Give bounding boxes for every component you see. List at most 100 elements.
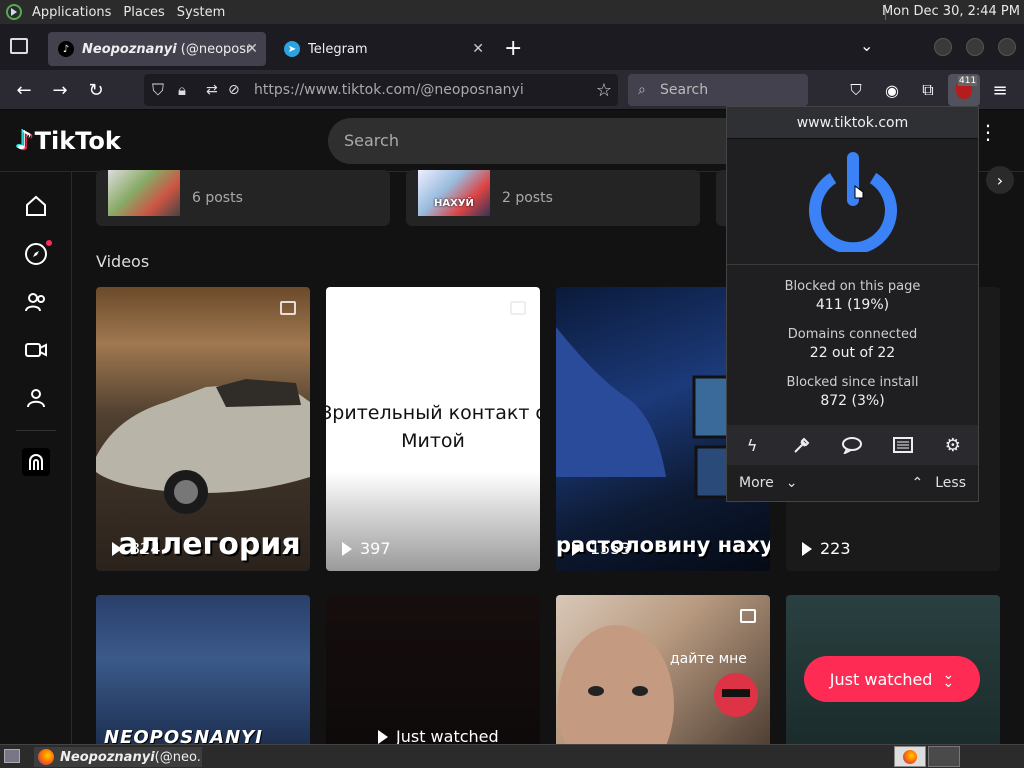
just-watched-button[interactable]: Just watched ⌄ ⌄: [804, 656, 980, 702]
places-menu[interactable]: Places: [117, 5, 170, 20]
tiktok-search-input[interactable]: Search: [328, 118, 748, 164]
show-desktop-icon[interactable]: [4, 749, 20, 763]
telegram-favicon-icon: ➤: [284, 41, 300, 57]
tiktok-sidebar: [0, 172, 72, 744]
lightning-zapper-icon[interactable]: ϟ: [740, 433, 764, 457]
distro-logo-icon[interactable]: [6, 4, 22, 20]
bottom-taskbar: Neopoznanyi (@neo...: [0, 744, 1024, 768]
search-input[interactable]: ⌕ Search: [628, 74, 808, 106]
list-all-tabs-chevron-icon[interactable]: ⌄: [860, 36, 873, 55]
video-card[interactable]: дайте мне: [556, 595, 770, 744]
search-placeholder: Search: [660, 82, 709, 98]
shield-icon[interactable]: ⛉: [152, 80, 164, 100]
video-card[interactable]: NEOPOSNANYI: [96, 595, 310, 744]
permissions-icon[interactable]: ⇄: [206, 82, 218, 98]
home-icon[interactable]: [22, 192, 50, 220]
search-icon: ⌕: [638, 82, 646, 98]
blocked-page-value: 411 (19%): [815, 297, 890, 313]
workspace-switcher[interactable]: [894, 746, 926, 767]
tiktok-logo[interactable]: ♪ TikTok: [16, 126, 121, 156]
taskbar-firefox-window[interactable]: Neopoznanyi (@neo...: [34, 747, 202, 767]
tab-title-bold: Neopoznanyi: [82, 41, 177, 57]
play-icon: [572, 541, 582, 556]
forward-arrow-icon[interactable]: →: [48, 78, 72, 102]
tab-list-icon[interactable]: [10, 38, 28, 54]
playlist-thumbnail: НАХУЙ: [418, 170, 490, 216]
video-card[interactable]: аллегория 324: [96, 287, 310, 571]
view-count: 1553: [590, 539, 631, 558]
tiktok-favicon-icon: ♪: [58, 41, 74, 57]
browser-tab-bar: ♪ Neopoznanyi (@neoposnan ✕ ➤ Telegram ✕…: [0, 24, 1024, 70]
firefox-icon: [38, 749, 54, 765]
double-chevron-down-icon: ⌄ ⌄: [942, 667, 955, 691]
applications-menu[interactable]: Applications: [26, 5, 117, 20]
power-toggle-icon[interactable]: [805, 151, 901, 252]
video-card[interactable]: Зрительный контакт с Митой 397: [326, 287, 540, 571]
profile-icon[interactable]: [22, 384, 50, 412]
workspace-firefox-icon: [903, 750, 917, 764]
ublock-badge: 411: [958, 76, 978, 86]
tab-telegram[interactable]: ➤ Telegram ✕: [274, 32, 492, 66]
close-tab-icon[interactable]: ✕: [472, 41, 484, 57]
meme-face-image: [558, 625, 758, 744]
extensions-icon[interactable]: ⧉: [916, 78, 940, 102]
reload-icon[interactable]: ↻: [84, 78, 108, 102]
system-menu[interactable]: System: [171, 5, 231, 20]
eyedropper-picker-icon[interactable]: [790, 433, 814, 457]
play-icon: [802, 541, 812, 556]
live-video-icon[interactable]: [22, 336, 50, 364]
window-minimize-button[interactable]: [934, 38, 952, 56]
domains-label: Domains connected: [787, 327, 918, 342]
workspace-2[interactable]: [928, 746, 960, 767]
carousel-icon: [280, 301, 296, 315]
notification-dot: [46, 240, 52, 246]
bookmark-star-icon[interactable]: ☆: [596, 80, 612, 101]
view-count: 397: [360, 539, 391, 558]
window-maximize-button[interactable]: [966, 38, 984, 56]
video-overlay-text: Зрительный контакт с Митой: [326, 402, 540, 452]
ublock-button[interactable]: 411: [948, 74, 980, 106]
logger-list-icon[interactable]: [891, 433, 915, 457]
hamburger-menu-icon[interactable]: ≡: [988, 78, 1012, 102]
chevron-up-icon: ⌃: [911, 475, 924, 491]
pocket-icon[interactable]: ⛉: [844, 78, 868, 102]
playlist-card[interactable]: НАХУЙ 2 posts: [406, 170, 700, 226]
video-card[interactable]: Just watched: [326, 595, 540, 744]
lock-icon[interactable]: 🔒︎: [178, 81, 186, 99]
view-count: 324: [130, 539, 161, 558]
play-icon: [112, 541, 122, 556]
close-tab-icon[interactable]: ✕: [246, 41, 258, 57]
clock[interactable]: Mon Dec 30, 2:44 PM: [882, 4, 1020, 19]
creator-tools-icon[interactable]: [22, 448, 50, 476]
account-icon[interactable]: ◉: [880, 78, 904, 102]
less-label: Less: [935, 475, 966, 491]
more-menu-icon[interactable]: ⋮: [978, 122, 998, 142]
carousel-icon: [740, 609, 756, 623]
window-close-button[interactable]: [998, 38, 1016, 56]
taskbar-title: (@neo...: [154, 749, 202, 765]
playlist-post-count: 2 posts: [502, 190, 553, 206]
playlist-card[interactable]: 6 posts: [96, 170, 390, 226]
system-top-panel: Applications Places System Mon Dec 30, 2…: [0, 0, 1024, 24]
scroll-right-chevron-icon[interactable]: ›: [986, 166, 1014, 194]
more-button[interactable]: More ⌄: [739, 475, 797, 491]
more-label: More: [739, 475, 774, 491]
tab-tiktok[interactable]: ♪ Neopoznanyi (@neoposnan ✕: [48, 32, 266, 66]
just-watched-button-label: Just watched: [829, 669, 933, 689]
less-button[interactable]: ⌃ Less: [912, 475, 967, 491]
sidebar-divider: [16, 430, 56, 431]
explore-compass-icon[interactable]: [22, 240, 52, 268]
video-overlay-text: NEOPOSNANYI: [104, 727, 263, 744]
report-bubble-icon[interactable]: [840, 433, 864, 457]
url-bar[interactable]: ⛉ 🔒︎ ⇄ ⊘ https://www.tiktok.com/@neoposn…: [144, 74, 618, 106]
ublock-popup: www.tiktok.com Blocked on this page 411 …: [726, 106, 979, 502]
following-users-icon[interactable]: [22, 288, 50, 316]
settings-gears-icon[interactable]: ⚙: [941, 433, 965, 457]
taskbar-title-bold: Neopoznanyi: [60, 749, 155, 765]
autoplay-blocked-icon[interactable]: ⊘: [228, 82, 240, 98]
new-tab-button[interactable]: +: [504, 36, 522, 61]
chevron-down-icon: ⌄: [785, 475, 798, 491]
back-arrow-icon[interactable]: ←: [12, 78, 36, 102]
ublock-domain: www.tiktok.com: [727, 107, 978, 139]
carousel-icon: [510, 301, 526, 315]
